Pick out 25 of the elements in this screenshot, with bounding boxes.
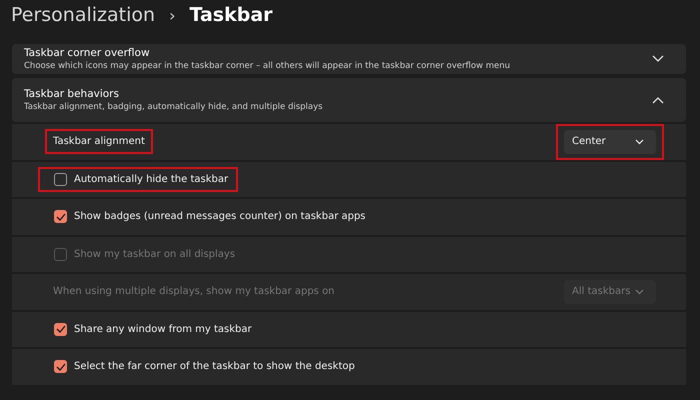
chevron-up-icon[interactable] <box>652 96 664 104</box>
chevron-down-icon <box>635 138 644 145</box>
checkbox[interactable] <box>54 210 67 224</box>
checkbox-label: Show badges (unread messages counter) on taskbar apps <box>74 211 366 222</box>
page-title: Taskbar <box>189 4 273 26</box>
section-header[interactable]: Taskbar behaviors Taskbar alignment, badging, automatically hide, and multiple displays <box>12 78 686 122</box>
section-title: Taskbar corner overflow <box>24 47 151 59</box>
setting-label: When using multiple displays, show my taskbar apps on <box>52 285 336 300</box>
checkbox[interactable] <box>54 172 67 186</box>
checkbox-label: Automatically hide the taskbar <box>74 174 228 185</box>
checkbox-label: Share any window from my taskbar <box>74 324 252 335</box>
breadcrumb-parent[interactable]: Personalization <box>11 4 156 26</box>
section-title: Taskbar behaviors <box>24 88 120 100</box>
checkbox[interactable] <box>54 360 67 374</box>
section-description: Taskbar alignment, badging, automatically hide, and multiple displays <box>24 102 323 112</box>
checkbox-label: Show my taskbar on all displays <box>74 248 236 260</box>
chevron-down-icon <box>635 288 644 295</box>
checkbox-label: Select the far corner of the taskbar to show the desktop <box>74 361 355 372</box>
breadcrumb-separator: › <box>169 6 176 25</box>
dropdown[interactable]: Center <box>564 130 656 154</box>
checkbox[interactable] <box>54 322 67 336</box>
section-header[interactable]: Taskbar corner overflow Choose which icons may appear in the taskbar corner – all others will appear in the taskbar corner overflow menu <box>12 44 686 74</box>
section-description: Choose which icons may appear in the taskbar corner – all others will appear in the taskbar corner overflow menu <box>24 61 510 71</box>
chevron-down-icon[interactable] <box>652 55 664 63</box>
setting-label: Taskbar alignment <box>45 129 153 154</box>
